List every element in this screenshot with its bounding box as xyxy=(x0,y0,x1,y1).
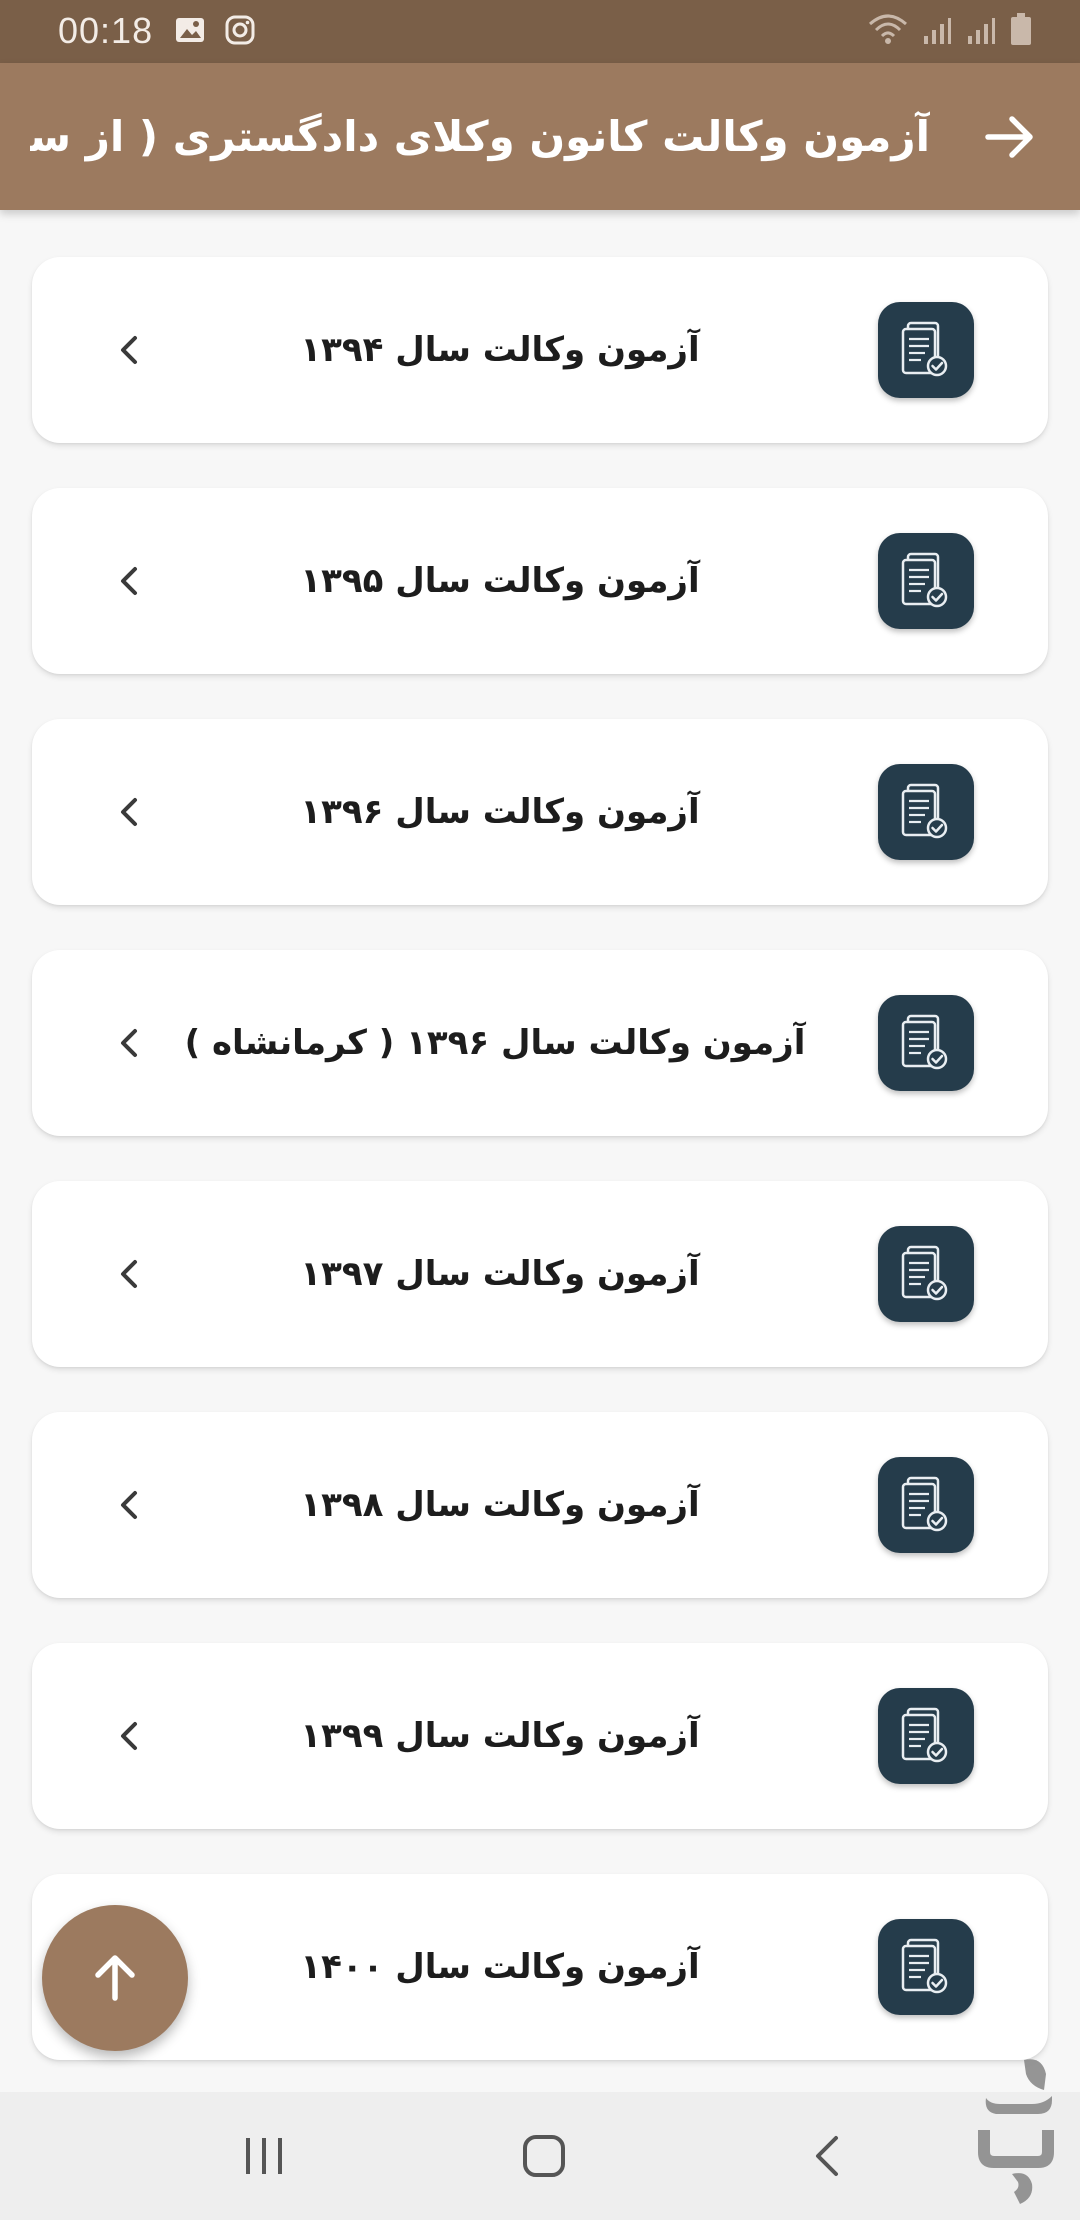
list-item-label: آزمون وکالت سال ۱۳۹۶ xyxy=(300,792,700,832)
chevron-left-icon xyxy=(121,1029,137,1057)
list-item[interactable]: آزمون وکالت سال ۱۳۹۹ xyxy=(32,1643,1048,1829)
document-check-icon xyxy=(878,302,974,398)
status-time: 00:18 xyxy=(58,10,154,51)
list-item-label: آزمون وکالت سال ۱۴۰۰ xyxy=(300,1947,700,1987)
system-nav-bar xyxy=(0,2092,1080,2220)
chevron-left-icon xyxy=(121,798,137,826)
signal-icon xyxy=(922,16,952,50)
status-bar: 00:18 xyxy=(0,0,1080,63)
recent-apps-button[interactable] xyxy=(240,2134,288,2182)
document-check-icon xyxy=(878,1226,974,1322)
scroll-to-top-button[interactable] xyxy=(42,1905,188,2051)
list-item-label: آزمون وکالت سال ۱۳۹۵ xyxy=(300,561,700,601)
recent-apps-icon xyxy=(246,2138,282,2174)
home-button[interactable] xyxy=(520,2134,568,2182)
list-item[interactable]: آزمون وکالت سال ۱۳۹۴ xyxy=(32,257,1048,443)
back-button[interactable] xyxy=(980,107,1040,167)
list-item[interactable]: آزمون وکالت سال ۱۳۹۶ ( کرمانشاه ) xyxy=(32,950,1048,1136)
arrow-up-icon xyxy=(95,1955,135,2001)
back-icon xyxy=(816,2136,838,2176)
chevron-left-icon xyxy=(121,1260,137,1288)
list-item[interactable]: آزمون وکالت سال ۱۳۹۸ xyxy=(32,1412,1048,1598)
gallery-icon xyxy=(174,14,206,50)
signal-icon xyxy=(966,16,996,50)
nav-back-button[interactable] xyxy=(806,2134,850,2182)
battery-icon xyxy=(1010,12,1032,50)
list-item-label: آزمون وکالت سال ۱۳۹۸ xyxy=(300,1485,700,1525)
document-check-icon xyxy=(878,533,974,629)
list-item-label: آزمون وکالت سال ۱۳۹۴ xyxy=(300,330,700,370)
document-check-icon xyxy=(878,764,974,860)
instagram-icon xyxy=(224,14,256,50)
chevron-left-icon xyxy=(121,1491,137,1519)
wifi-icon xyxy=(868,12,908,50)
list-item[interactable]: آزمون وکالت سال ۱۳۹۷ xyxy=(32,1181,1048,1367)
home-icon xyxy=(523,2135,565,2177)
chevron-left-icon xyxy=(121,567,137,595)
app-bar: آزمون وکالت کانون وکلای دادگستری ( از سا… xyxy=(0,63,1080,210)
list-item[interactable]: آزمون وکالت سال ۱۳۹۶ xyxy=(32,719,1048,905)
document-check-icon xyxy=(878,995,974,1091)
page-title: آزمون وکالت کانون وکلای دادگستری ( از سا… xyxy=(30,112,930,161)
chevron-left-icon xyxy=(121,336,137,364)
list-item[interactable]: آزمون وکالت سال ۱۳۹۵ xyxy=(32,488,1048,674)
document-check-icon xyxy=(878,1457,974,1553)
list-item-label: آزمون وکالت سال ۱۳۹۶ ( کرمانشاه ) xyxy=(184,1023,806,1063)
list-item-label: آزمون وکالت سال ۱۳۹۷ xyxy=(300,1254,700,1294)
chevron-left-icon xyxy=(121,1722,137,1750)
document-check-icon xyxy=(878,1688,974,1784)
arrow-right-icon xyxy=(985,116,1033,158)
store-logo-watermark xyxy=(972,2056,1062,2210)
list-item-label: آزمون وکالت سال ۱۳۹۹ xyxy=(300,1716,700,1756)
document-check-icon xyxy=(878,1919,974,2015)
